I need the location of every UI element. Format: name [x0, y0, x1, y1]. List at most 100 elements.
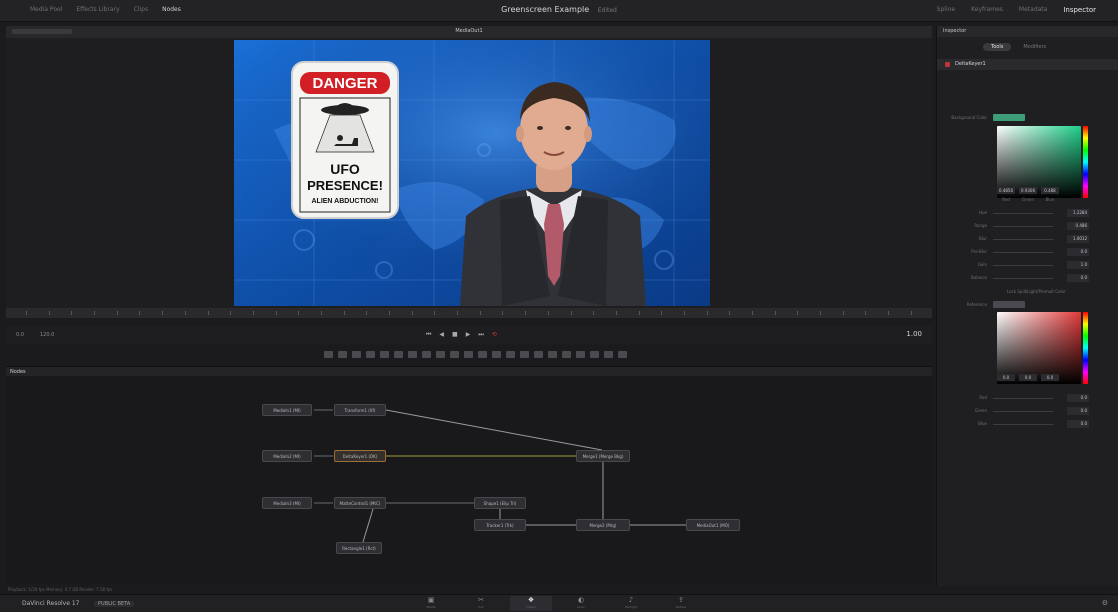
param-slider[interactable]: [993, 213, 1053, 214]
param-value[interactable]: 1.2284: [1067, 209, 1089, 217]
reference-hue-slider[interactable]: [1083, 312, 1088, 384]
background-hue-slider[interactable]: [1083, 126, 1088, 198]
param-value[interactable]: 1.0: [1067, 261, 1089, 269]
tool-rect-icon[interactable]: [407, 350, 417, 358]
param-row-hue: Hue 1.2284: [947, 209, 1109, 218]
node-mediain3[interactable]: MediaIn3 (MI): [262, 497, 312, 509]
tool-shape-icon[interactable]: [589, 350, 599, 358]
tool-text-icon[interactable]: [351, 350, 361, 358]
inspector-panel: Inspector Tools Modifiers DeltaKeyer1 Ba…: [936, 26, 1118, 586]
param-slider[interactable]: [993, 226, 1053, 227]
tab-keyframes[interactable]: Keyframes: [971, 6, 1003, 14]
node-tracker1[interactable]: Tracker1 (Trk): [474, 519, 526, 531]
tool-renderer-icon[interactable]: [575, 350, 585, 358]
viewer[interactable]: DANGER UFO PRESENCE! ALIEN ABDUCTION!: [6, 38, 932, 308]
param-value[interactable]: 0.0: [1067, 407, 1089, 415]
skip-back-icon[interactable]: ⏮: [426, 331, 431, 339]
viewer-toolbar: MediaOut1: [6, 26, 932, 38]
tool-tracker-icon[interactable]: [491, 350, 501, 358]
tool-paint-icon[interactable]: [337, 350, 347, 358]
param-value[interactable]: 1.0012: [1067, 235, 1089, 243]
inspector-node-header[interactable]: DeltaKeyer1: [937, 59, 1118, 70]
tab-tools[interactable]: Tools: [983, 43, 1012, 51]
page-cut[interactable]: ✂ Cut: [460, 596, 502, 611]
node-shape1[interactable]: Shape1 (Elip Tri): [474, 497, 526, 509]
tool-more-icon[interactable]: [603, 350, 613, 358]
video-image: DANGER UFO PRESENCE! ALIEN ABDUCTION!: [234, 40, 710, 306]
node-mediaout1[interactable]: MediaOut1 (MO): [686, 519, 740, 531]
tool-merge-icon[interactable]: [449, 350, 459, 358]
tool-transform-icon[interactable]: [435, 350, 445, 358]
tool-particles-icon[interactable]: [519, 350, 529, 358]
tool-light-icon[interactable]: [561, 350, 571, 358]
node-mediain2[interactable]: MediaIn2 (MI): [262, 450, 312, 462]
node-deltakeyer1[interactable]: DeltaKeyer1 (DK): [334, 450, 386, 462]
status-bar: Playback: 1/24 fps Memory: 4.7 GB Render…: [0, 586, 1118, 594]
lock-checkbox-row[interactable]: Lock Spill/Light/Premult Color: [947, 288, 1109, 297]
tool-brush-icon[interactable]: [365, 350, 375, 358]
settings-icon[interactable]: ⚙: [1102, 599, 1108, 607]
tab-metadata[interactable]: Metadata: [1019, 6, 1047, 14]
play-icon[interactable]: ▶: [466, 331, 471, 339]
render-end-field[interactable]: 120.0: [40, 332, 54, 338]
node-rectangle1[interactable]: Rectangle1 (Rct): [336, 542, 382, 554]
tool-polygon-icon[interactable]: [379, 350, 389, 358]
background-green-value[interactable]: 0.9306: [1019, 187, 1037, 194]
tool-keyer-icon[interactable]: [505, 350, 515, 358]
reference-red-value[interactable]: 0.0: [997, 374, 1015, 381]
node-editor[interactable]: MediaIn1 (MI) Transform1 (Xf) MediaIn2 (…: [6, 376, 932, 584]
page-switcher: ▣ Media ✂ Cut ❖ Fusion ◐ Color ♪ Fairlight ⇪ D…: [410, 596, 702, 611]
page-fairlight[interactable]: ♪ Fairlight: [610, 596, 652, 611]
render-start-field[interactable]: 0.0: [16, 332, 24, 338]
step-back-icon[interactable]: ◀: [439, 331, 444, 339]
tool-3d-icon[interactable]: [533, 350, 543, 358]
viewer-node-name: MediaOut1: [455, 28, 483, 34]
node-mattecontrol1[interactable]: MatteControl1 (MtC): [334, 497, 386, 509]
red-label: Red: [1002, 197, 1010, 202]
param-slider[interactable]: [993, 278, 1053, 279]
page-bar: DaVinci Resolve 17 PUBLIC BETA ▣ Media ✂ C…: [0, 594, 1118, 612]
page-deliver[interactable]: ⇪ Deliver: [660, 596, 702, 611]
tool-extra-icon[interactable]: [617, 350, 627, 358]
tool-background-icon[interactable]: [323, 350, 333, 358]
param-slider[interactable]: [993, 252, 1053, 253]
page-fusion[interactable]: ❖ Fusion: [510, 596, 552, 611]
param-slider[interactable]: [993, 265, 1053, 266]
loop-icon[interactable]: ⟲: [492, 331, 497, 339]
tab-spline[interactable]: Spline: [937, 6, 955, 14]
background-color-label: Background Color: [951, 115, 987, 120]
stop-icon[interactable]: ■: [452, 331, 458, 339]
param-value[interactable]: 0.0: [1067, 248, 1089, 256]
param-value[interactable]: 0.0: [1067, 274, 1089, 282]
node-merge1[interactable]: Merge1 (Merge Bkg): [576, 450, 630, 462]
tab-inspector[interactable]: Inspector: [1063, 6, 1096, 14]
tool-blur-icon[interactable]: [463, 350, 473, 358]
page-color[interactable]: ◐ Color: [560, 596, 602, 611]
background-red-value[interactable]: 0.4856: [997, 187, 1015, 194]
reference-blue-value[interactable]: 0.0: [1041, 374, 1059, 381]
param-value[interactable]: 0.486: [1067, 222, 1089, 230]
node-mediain1[interactable]: MediaIn1 (MI): [262, 404, 312, 416]
time-ruler[interactable]: [6, 308, 932, 318]
tool-camera-icon[interactable]: [547, 350, 557, 358]
reference-green-value[interactable]: 0.0: [1019, 374, 1037, 381]
param-slider[interactable]: [993, 239, 1053, 240]
skip-forward-icon[interactable]: ⏭: [478, 331, 483, 339]
background-color-swatch[interactable]: [993, 114, 1025, 121]
current-time[interactable]: 1.00: [906, 330, 922, 338]
tab-modifiers[interactable]: Modifiers: [1015, 43, 1054, 51]
background-blue-value[interactable]: 0.488: [1041, 187, 1059, 194]
reference-swatch[interactable]: [993, 301, 1025, 308]
ref-param-row-blue: Blue 0.0: [947, 420, 1109, 429]
param-slider[interactable]: [993, 424, 1053, 425]
param-slider[interactable]: [993, 411, 1053, 412]
page-media[interactable]: ▣ Media: [410, 596, 452, 611]
param-value[interactable]: 0.0: [1067, 420, 1089, 428]
tool-ellipse-icon[interactable]: [421, 350, 431, 358]
param-slider[interactable]: [993, 398, 1053, 399]
tool-bspline-icon[interactable]: [393, 350, 403, 358]
node-transform1[interactable]: Transform1 (Xf): [334, 404, 386, 416]
tool-color-icon[interactable]: [477, 350, 487, 358]
node-merge2[interactable]: Merge2 (Mrg): [576, 519, 630, 531]
param-value[interactable]: 0.0: [1067, 394, 1089, 402]
